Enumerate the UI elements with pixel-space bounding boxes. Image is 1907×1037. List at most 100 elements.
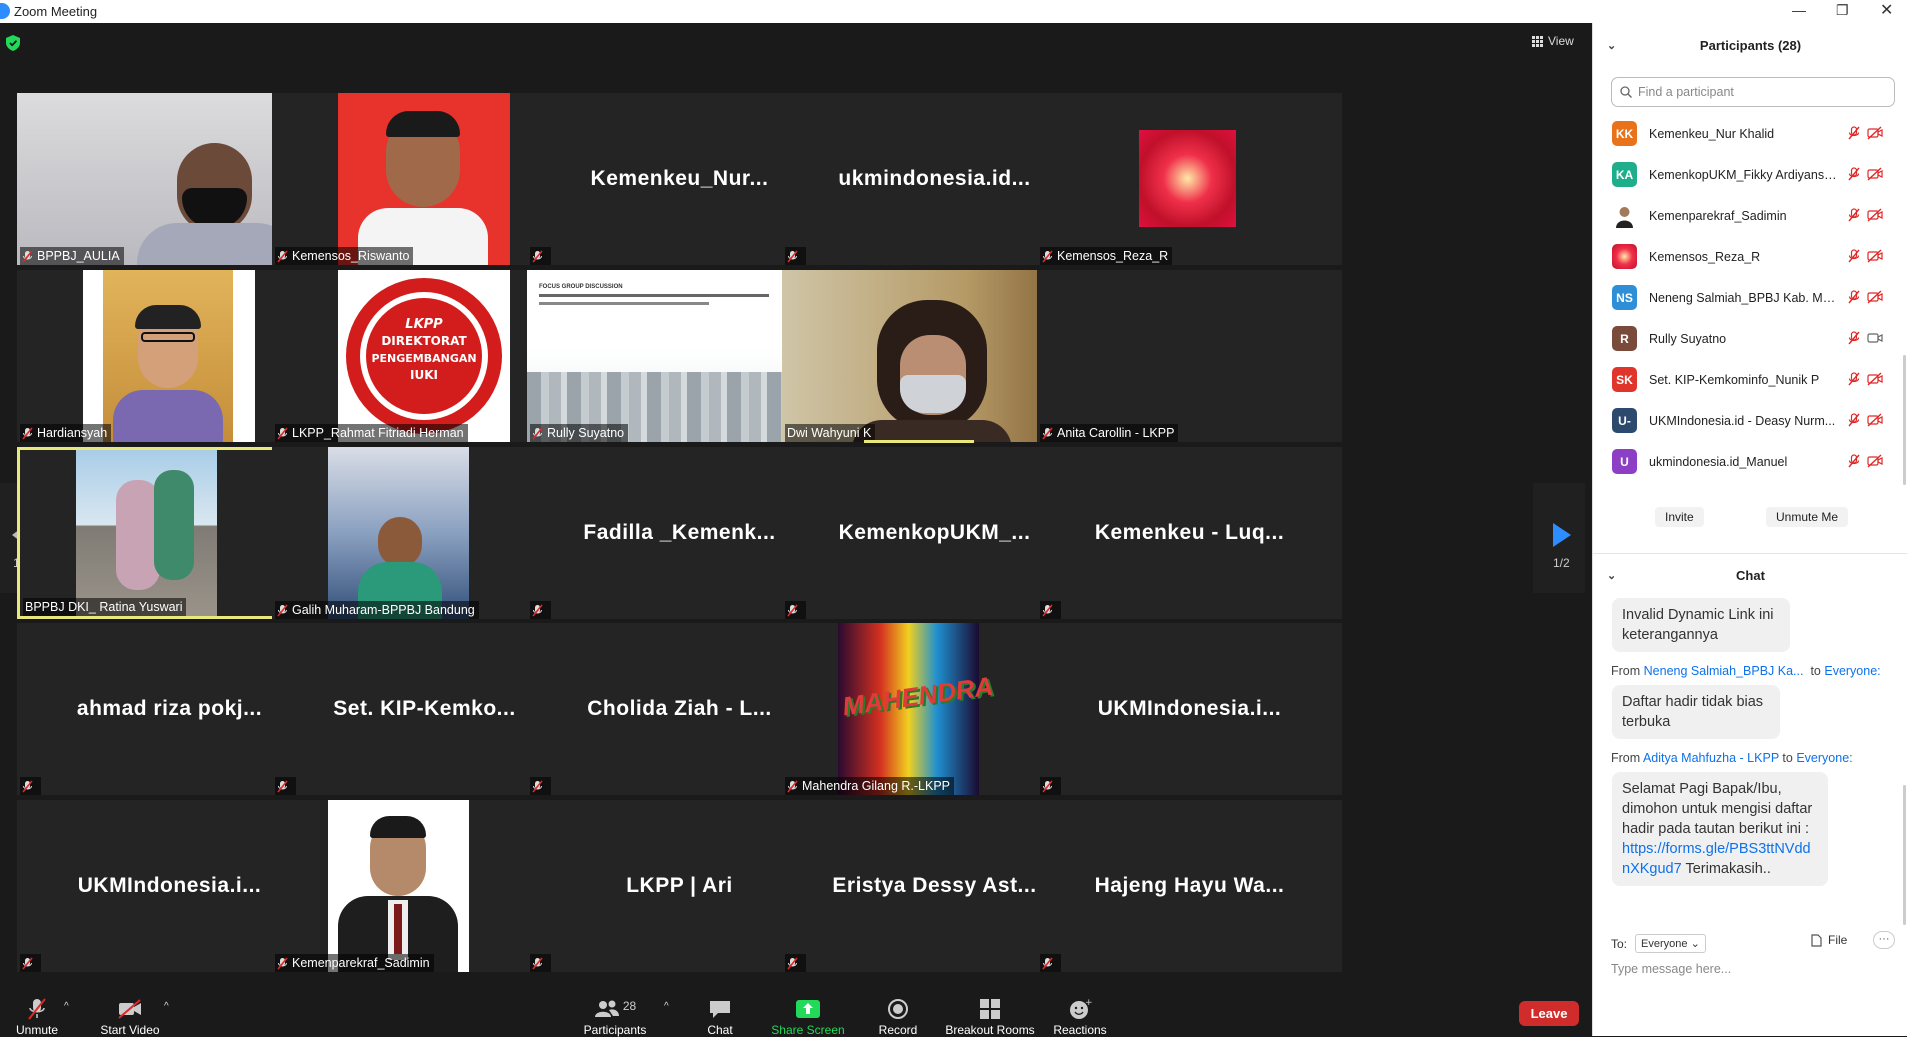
participant-row[interactable]: R Rully Suyatno xyxy=(1593,318,1907,359)
search-icon xyxy=(1620,86,1632,98)
video-tile[interactable]: UKMIndonesia.i... xyxy=(1037,623,1342,795)
avatar: SK xyxy=(1612,367,1637,392)
video-off-icon xyxy=(1867,126,1883,143)
participant-name-text: UKMIndonesia.i... xyxy=(1097,697,1282,720)
recipient-name[interactable]: Everyone: xyxy=(1824,664,1880,678)
chevron-down-icon: ⌄ xyxy=(1690,938,1700,950)
participant-label xyxy=(785,247,806,265)
participant-label-text: BPPBJ DKI_ Ratina Yuswari xyxy=(25,600,183,614)
chat-label: Chat xyxy=(707,1023,733,1037)
participant-photo xyxy=(328,800,469,972)
avatar-initials: U- xyxy=(1618,413,1631,428)
more-options-icon[interactable]: ··· xyxy=(1873,931,1895,949)
chat-title: Chat xyxy=(1736,568,1765,583)
mic-muted-icon xyxy=(787,956,798,970)
leave-button[interactable]: Leave xyxy=(1519,1001,1579,1026)
invite-button[interactable]: Invite xyxy=(1655,507,1704,527)
chat-message: Selamat Pagi Bapak/Ibu, dimohon untuk me… xyxy=(1612,772,1828,886)
record-label: Record xyxy=(878,1023,918,1037)
recipient-name[interactable]: Everyone: xyxy=(1796,751,1852,765)
mic-muted-icon xyxy=(277,956,288,970)
share-screen-icon xyxy=(796,1000,820,1018)
participant-label-text: Hardiansyah xyxy=(37,426,108,440)
participant-row[interactable]: Kemensos_Reza_R xyxy=(1593,236,1907,277)
minimize-icon[interactable]: — xyxy=(1792,2,1806,18)
from-word: From xyxy=(1611,751,1641,765)
avatar xyxy=(1612,244,1637,269)
participant-row[interactable]: SK Set. KIP-Kemkominfo_Nunik P xyxy=(1593,359,1907,400)
lkpp-line: IUKI xyxy=(410,368,438,382)
to-word: to xyxy=(1782,751,1793,765)
participant-label-text: Rully Suyatno xyxy=(547,426,625,440)
reactions-button[interactable]: + Reactions xyxy=(1052,997,1108,1037)
participant-row[interactable]: U- UKMIndonesia.id - Deasy Nurm... xyxy=(1593,400,1907,441)
view-button[interactable]: View xyxy=(1532,34,1574,48)
mahendra-art-text: MAHENDRA xyxy=(840,670,995,722)
participant-row[interactable]: NS Neneng Salmiah_BPBJ Kab. Ma... xyxy=(1593,277,1907,318)
participants-title: Participants (28) xyxy=(1699,37,1802,53)
participant-label xyxy=(530,954,551,972)
start-video-button[interactable]: Start Video xyxy=(97,997,163,1037)
unmute-button[interactable]: Unmute xyxy=(12,997,62,1037)
breakout-rooms-button[interactable]: Breakout Rooms xyxy=(944,997,1036,1037)
mic-muted-icon xyxy=(1042,956,1053,970)
participant-name-large: UKMIndonesia.i... xyxy=(1037,623,1342,795)
mic-muted-icon xyxy=(1847,208,1861,225)
participant-label: Galih Muharam-BPPBJ Bandung xyxy=(275,601,479,619)
participant-label xyxy=(785,601,806,619)
audio-options-caret-icon[interactable]: ^ xyxy=(64,1001,69,1012)
participants-count: 28 xyxy=(622,999,637,1013)
chat-button[interactable]: Chat xyxy=(700,997,740,1037)
mic-muted-icon xyxy=(787,249,798,263)
video-tile[interactable]: Hajeng Hayu Wa... xyxy=(1037,800,1342,972)
chat-scrollbar[interactable] xyxy=(1903,785,1906,925)
participant-name: KemenkopUKM_Fikky Ardiyansy... xyxy=(1649,167,1839,182)
video-tile[interactable]: Anita Carollin - LKPP xyxy=(1037,270,1342,442)
participant-label: Kemensos_Riswanto xyxy=(275,247,414,265)
video-tile[interactable]: Kemenkeu - Luq... xyxy=(1037,447,1342,619)
close-icon[interactable]: ✕ xyxy=(1880,0,1893,20)
avatar-initials: KA xyxy=(1615,167,1634,182)
participants-scrollbar[interactable] xyxy=(1903,355,1906,485)
speaking-indicator xyxy=(864,440,974,443)
participant-row[interactable]: KK Kemenkeu_Nur Khalid xyxy=(1593,113,1907,154)
sender-name[interactable]: Neneng Salmiah_BPBJ Ka... xyxy=(1644,664,1804,678)
participants-button[interactable]: 28 Participants xyxy=(580,997,650,1037)
chat-messages: Invalid Dynamic Link ini keterangannya F… xyxy=(1611,598,1883,886)
participant-label-text: Anita Carollin - LKPP xyxy=(1057,426,1175,440)
security-shield-icon xyxy=(6,35,20,51)
recipient-select[interactable]: Everyone ⌄ xyxy=(1635,934,1706,953)
file-button[interactable]: File xyxy=(1811,933,1847,947)
mic-muted-icon xyxy=(1847,454,1861,471)
collapse-chat-icon[interactable]: ⌄ xyxy=(1607,569,1616,582)
lkpp-logo-text: LKPP xyxy=(405,317,443,332)
mic-muted-icon xyxy=(22,426,33,440)
video-tile[interactable]: Kemensos_Reza_R xyxy=(1037,93,1342,265)
mic-muted-icon xyxy=(28,998,46,1020)
participants-options-caret-icon[interactable]: ^ xyxy=(664,1001,669,1012)
avatar-initials: KK xyxy=(1615,126,1634,141)
chat-input[interactable]: Type message here... xyxy=(1611,962,1731,976)
next-page-button[interactable] xyxy=(1533,483,1585,593)
participant-label: Mahendra Gilang R.-LKPP xyxy=(785,777,954,795)
share-screen-button[interactable]: Share Screen xyxy=(770,997,846,1037)
record-button[interactable]: Record xyxy=(875,997,921,1037)
unmute-me-button[interactable]: Unmute Me xyxy=(1766,507,1849,527)
file-label: File xyxy=(1828,933,1848,947)
participant-search-input[interactable]: Find a participant xyxy=(1611,77,1895,107)
collapse-participants-icon[interactable]: ⌄ xyxy=(1607,39,1616,52)
video-options-caret-icon[interactable]: ^ xyxy=(164,1001,169,1012)
participant-row[interactable]: KA KemenkopUKM_Fikky Ardiyansy... xyxy=(1593,154,1907,195)
participant-row[interactable]: Uukmindonesia.id_Manuel xyxy=(1593,441,1907,482)
sender-name[interactable]: Aditya Mahfuzha - LKPP xyxy=(1643,751,1779,765)
mic-muted-icon xyxy=(277,603,288,617)
avatar xyxy=(1612,203,1637,228)
participant-row[interactable]: Kemenparekraf_Sadimin xyxy=(1593,195,1907,236)
restore-icon[interactable]: ❐ xyxy=(1836,2,1849,19)
participant-name-large: Hajeng Hayu Wa... xyxy=(1037,800,1342,972)
mic-muted-icon xyxy=(1847,331,1861,348)
participant-label: Anita Carollin - LKPP xyxy=(1040,424,1179,442)
avatar-initials: SK xyxy=(1616,372,1633,387)
mic-muted-icon xyxy=(1847,290,1861,307)
participant-label xyxy=(20,954,41,972)
